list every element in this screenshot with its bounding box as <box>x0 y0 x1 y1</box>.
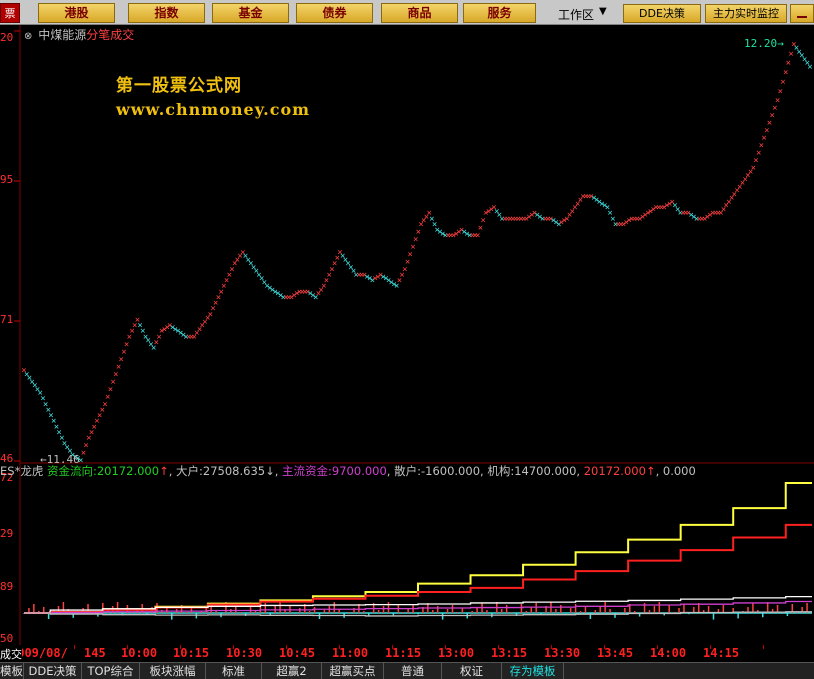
time-label: 14:00 <box>650 646 687 660</box>
brand-tab[interactable]: 票 <box>0 3 20 23</box>
time-axis-tick <box>286 645 287 649</box>
tab-funds[interactable]: 基金 <box>212 3 289 23</box>
trade-tick-mark: × <box>807 62 812 72</box>
stock-name: 中煤能源 <box>38 28 87 42</box>
watermark-title: 第一股票公式网 <box>116 76 242 96</box>
down-arrow-icon: ↓ <box>265 464 275 478</box>
time-label: 13:45 <box>597 646 634 660</box>
time-label: 145 <box>84 646 106 660</box>
institution-label: 机构: <box>487 464 515 478</box>
big-holder-label: 大户: <box>176 464 203 478</box>
last-value: 20172.000 <box>583 464 646 478</box>
retail-label: 散户: <box>394 464 421 478</box>
bottom-tab-bar: 模板 DDE决策 TOP综合 板块涨幅 标准 超赢2 超赢买点 普通 权证 存为… <box>0 662 814 679</box>
tab-index[interactable]: 指数 <box>128 3 205 23</box>
trade-tick-mark: × <box>778 87 783 97</box>
dde-decision-button[interactable]: DDE决策 <box>623 4 701 23</box>
time-label: 13:15 <box>491 646 528 660</box>
big-holder-value: 27508.635 <box>202 464 266 478</box>
trade-tick-mark: × <box>775 96 780 106</box>
price-axis-tick: 20 <box>0 31 14 44</box>
fund-flow-value: 20172.000 <box>96 464 160 478</box>
time-axis-tick <box>445 645 446 649</box>
main-fund-value: 9700.000 <box>331 464 387 478</box>
workspace-menu[interactable]: 工作区 <box>558 6 594 23</box>
time-label: 10:30 <box>226 646 263 660</box>
trade-tick-mark: × <box>780 77 785 87</box>
time-axis-tick <box>233 645 234 649</box>
time-axis-tick <box>763 645 764 649</box>
trade-tick-mark: × <box>783 68 788 78</box>
indicator-axis-tick: 89 <box>0 580 14 593</box>
institution-value: 14700.000 <box>514 464 577 478</box>
close-icon[interactable]: ⊗ <box>24 31 32 42</box>
tab-save-template[interactable]: 存为模板 <box>502 663 564 679</box>
time-label: 11:15 <box>385 646 422 660</box>
time-axis-tick <box>551 645 552 649</box>
time-label: 13:00 <box>438 646 475 660</box>
chart-frame: × × × × × × × × × × × × × × × × × × × × × × × × × × × × × × × × × × × × × × × ×… <box>0 25 814 663</box>
tab-chaoying-buy[interactable]: 超赢买点 <box>322 663 384 679</box>
up-arrow-icon: ↑ <box>159 464 169 478</box>
main-fund-label: 主流资金: <box>282 464 332 478</box>
time-label: 10:15 <box>173 646 210 660</box>
indicator-values-bar: ES*龙虎 资金流向:20172.000↑, 大户:27508.635↓, 主流… <box>0 464 696 478</box>
fund-flow-label: 资金流向: <box>46 464 97 478</box>
time-axis-tick <box>127 645 128 649</box>
minimize-icon[interactable] <box>790 4 814 23</box>
time-axis-tick <box>339 645 340 649</box>
price-axis-tick: 71 <box>0 313 14 326</box>
zero-value: 0.000 <box>662 464 696 478</box>
tab-services[interactable]: 服务 <box>463 3 536 23</box>
stock-title: ⊗ 中煤能源分笔成交 <box>24 26 134 43</box>
retail-value: -1600.000 <box>420 464 481 478</box>
time-axis-tick <box>604 645 605 649</box>
watermark-url: www.chnmoney.com <box>116 100 311 119</box>
chart-mode: 分笔成交 <box>86 28 135 42</box>
time-axis-tick <box>710 645 711 649</box>
tab-warrant[interactable]: 权证 <box>442 663 502 679</box>
tab-normal[interactable]: 普通 <box>384 663 442 679</box>
tab-chaoying2[interactable]: 超赢2 <box>262 663 322 679</box>
up-arrow-icon: ↑ <box>645 464 656 478</box>
chevron-down-icon[interactable]: ▼ <box>599 6 607 17</box>
volume-label: 成交 <box>0 646 22 662</box>
tab-dde-decision[interactable]: DDE决策 <box>24 663 82 679</box>
time-label: 13:30 <box>544 646 581 660</box>
tab-hk-stocks[interactable]: 港股 <box>38 3 115 23</box>
time-axis-tick <box>498 645 499 649</box>
time-axis-tick <box>657 645 658 649</box>
time-label: 10:45 <box>279 646 316 660</box>
high-price-label: 12.20→ <box>744 37 784 50</box>
time-label: 11:00 <box>332 646 369 660</box>
tab-template[interactable]: 模板 <box>0 663 24 679</box>
tab-bonds[interactable]: 债券 <box>296 3 373 23</box>
tab-sector-gain[interactable]: 板块涨幅 <box>140 663 206 679</box>
top-menu-bar: 票 港股 指数 基金 债券 商品 服务 工作区 ▼ DDE决策 主力实时监控 <box>0 0 814 25</box>
time-label: 14:15 <box>703 646 740 660</box>
price-axis-tick: 95 <box>0 173 14 186</box>
indicator-axis-tick: 29 <box>0 527 14 540</box>
time-axis-tick <box>74 645 75 649</box>
main-force-monitor-button[interactable]: 主力实时监控 <box>705 4 787 23</box>
time-axis-tick <box>392 645 393 649</box>
trade-tick-mark: × <box>786 59 791 69</box>
time-axis-tick <box>180 645 181 649</box>
price-chart: ××××××××××××××××××××××××××××××××××××××××… <box>14 25 814 645</box>
tab-standard[interactable]: 标准 <box>206 663 262 679</box>
indicator-axis-tick: 50 <box>0 632 14 645</box>
indicator-name: ES*龙虎 <box>0 464 44 478</box>
tab-top-overview[interactable]: TOP综合 <box>82 663 140 679</box>
tab-commodities[interactable]: 商品 <box>381 3 458 23</box>
time-axis: 2009/08/ 145 10:00 10:15 10:30 10:45 11:… <box>0 645 814 662</box>
